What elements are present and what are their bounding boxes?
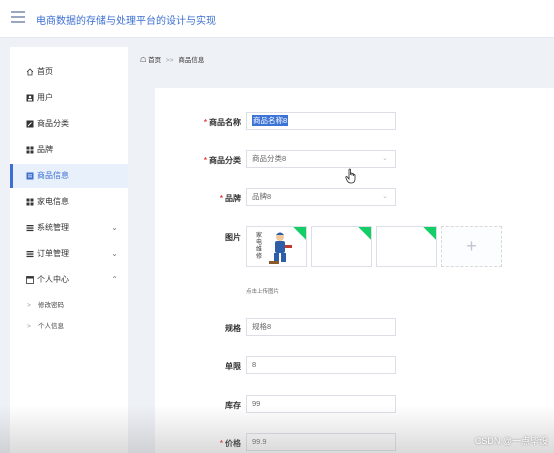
svg-text:家: 家	[256, 231, 262, 239]
product-name-value: 商品名称8	[252, 115, 289, 126]
sidebar-item-label: 品牌	[37, 145, 53, 154]
sidebar-item-personal-center[interactable]: 个人中心 ⌃	[10, 268, 128, 292]
app-title: 电商数据的存储与处理平台的设计与实现	[36, 16, 216, 27]
list-icon	[26, 225, 34, 232]
image-thumbnail[interactable]: 家 电 维 修	[246, 226, 307, 267]
product-name-label: * 商品名称	[203, 118, 241, 127]
window-icon	[26, 276, 34, 284]
product-category-select[interactable]: 商品分类8 ⌄	[246, 150, 396, 168]
list-icon	[26, 251, 34, 258]
sidebar-item-brand[interactable]: 品牌	[10, 138, 128, 162]
sidebar-item-label: 家电信息	[37, 197, 69, 206]
price-input[interactable]: 99.9	[246, 433, 396, 451]
limit-value: 8	[252, 360, 257, 369]
product-category-value: 商品分类8	[252, 154, 287, 163]
sidebar-item-label: 商品信息	[37, 171, 69, 180]
sidebar-item-category[interactable]: 商品分类	[10, 112, 128, 136]
sidebar-item-label: 商品分类	[37, 119, 69, 128]
stock-input[interactable]: 99	[246, 395, 396, 413]
breadcrumb: ☖ 首页 >> 商品信息	[140, 54, 204, 64]
home-icon	[26, 68, 34, 76]
brand-label: * 品牌	[219, 194, 241, 203]
price-value: 99.9	[252, 437, 267, 446]
spec-value: 规格8	[252, 322, 272, 331]
sidebar-subitem-change-password[interactable]: > 修改密码	[10, 298, 128, 314]
stock-value: 99	[252, 399, 261, 408]
chevron-right-icon: >	[27, 323, 31, 330]
add-image-button[interactable]: +	[441, 226, 502, 267]
top-bar: 电商数据的存储与处理平台的设计与实现	[0, 0, 554, 38]
svg-text:电: 电	[256, 238, 262, 246]
required-mark: *	[203, 156, 207, 165]
sidebar-item-label: 首页	[37, 67, 53, 76]
sidebar-item-label: 用户	[37, 93, 53, 102]
sidebar-subitem-label: 修改密码	[38, 302, 64, 309]
sidebar-item-label: 系统管理	[37, 223, 69, 232]
chevron-right-icon: >	[27, 302, 31, 309]
sidebar-item-product-info[interactable]: 商品信息	[10, 164, 128, 188]
brand-value: 品牌8	[252, 192, 272, 201]
chevron-down-icon: ⌄	[111, 223, 118, 232]
sidebar-subitem-label: 个人信息	[38, 323, 64, 330]
product-name-input[interactable]: 商品名称8	[246, 112, 396, 130]
images-label: 图片	[225, 233, 241, 242]
sidebar-item-home[interactable]: 首页	[10, 60, 128, 84]
limit-label: 单限	[225, 362, 241, 371]
svg-text:修: 修	[256, 252, 262, 260]
spec-label: 规格	[225, 324, 241, 333]
upload-hint: 点击上传图片	[246, 289, 280, 295]
sidebar-item-user[interactable]: 用户	[10, 86, 128, 110]
home-icon: ☖	[140, 57, 147, 64]
chevron-down-icon: ⌄	[382, 155, 388, 162]
stock-label: 库存	[225, 401, 241, 410]
limit-input[interactable]: 8	[246, 356, 396, 374]
spec-input[interactable]: 规格8	[246, 318, 396, 336]
chevron-down-icon: ⌄	[111, 249, 118, 258]
sidebar-item-label: 个人中心	[37, 275, 69, 284]
chevron-down-icon: ⌄	[382, 193, 388, 200]
grid-icon	[26, 146, 34, 154]
sidebar-item-appliance-info[interactable]: 家电信息	[10, 190, 128, 214]
upload-status-badge	[358, 227, 371, 240]
watermark: CSDN @一点毕设	[474, 436, 548, 446]
user-icon	[26, 94, 34, 102]
breadcrumb-separator: >>	[165, 57, 174, 64]
breadcrumb-home[interactable]: 首页	[148, 57, 161, 64]
price-label: * 价格	[219, 439, 241, 448]
edit-icon	[26, 120, 34, 128]
product-category-label: * 商品分类	[203, 156, 241, 165]
menu-icon[interactable]	[11, 11, 25, 23]
sidebar-item-orders[interactable]: 订单管理 ⌄	[10, 242, 128, 266]
sidebar-subitem-personal-info[interactable]: > 个人信息	[10, 319, 128, 335]
required-mark: *	[203, 118, 207, 127]
chevron-up-icon: ⌃	[111, 275, 118, 284]
grid-icon	[26, 198, 34, 206]
required-mark: *	[219, 439, 223, 448]
svg-text:维: 维	[256, 245, 262, 253]
sidebar-item-label: 订单管理	[37, 249, 69, 258]
sidebar-item-system[interactable]: 系统管理 ⌄	[10, 216, 128, 240]
doc-icon	[26, 172, 34, 180]
image-slot[interactable]	[376, 226, 437, 267]
upload-status-badge	[423, 227, 436, 240]
repair-worker-image: 家 电 维 修	[256, 231, 292, 264]
hand-cursor-icon	[345, 168, 356, 184]
required-mark: *	[219, 194, 223, 203]
plus-icon: +	[466, 236, 477, 256]
brand-select[interactable]: 品牌8 ⌄	[246, 188, 396, 206]
sidebar: 首页 用户 商品分类 品牌 商品信息 家电信息 系统管理 ⌄ 订单管理 ⌄ 个人…	[10, 47, 128, 453]
image-slot[interactable]	[311, 226, 372, 267]
breadcrumb-current: 商品信息	[178, 57, 205, 64]
